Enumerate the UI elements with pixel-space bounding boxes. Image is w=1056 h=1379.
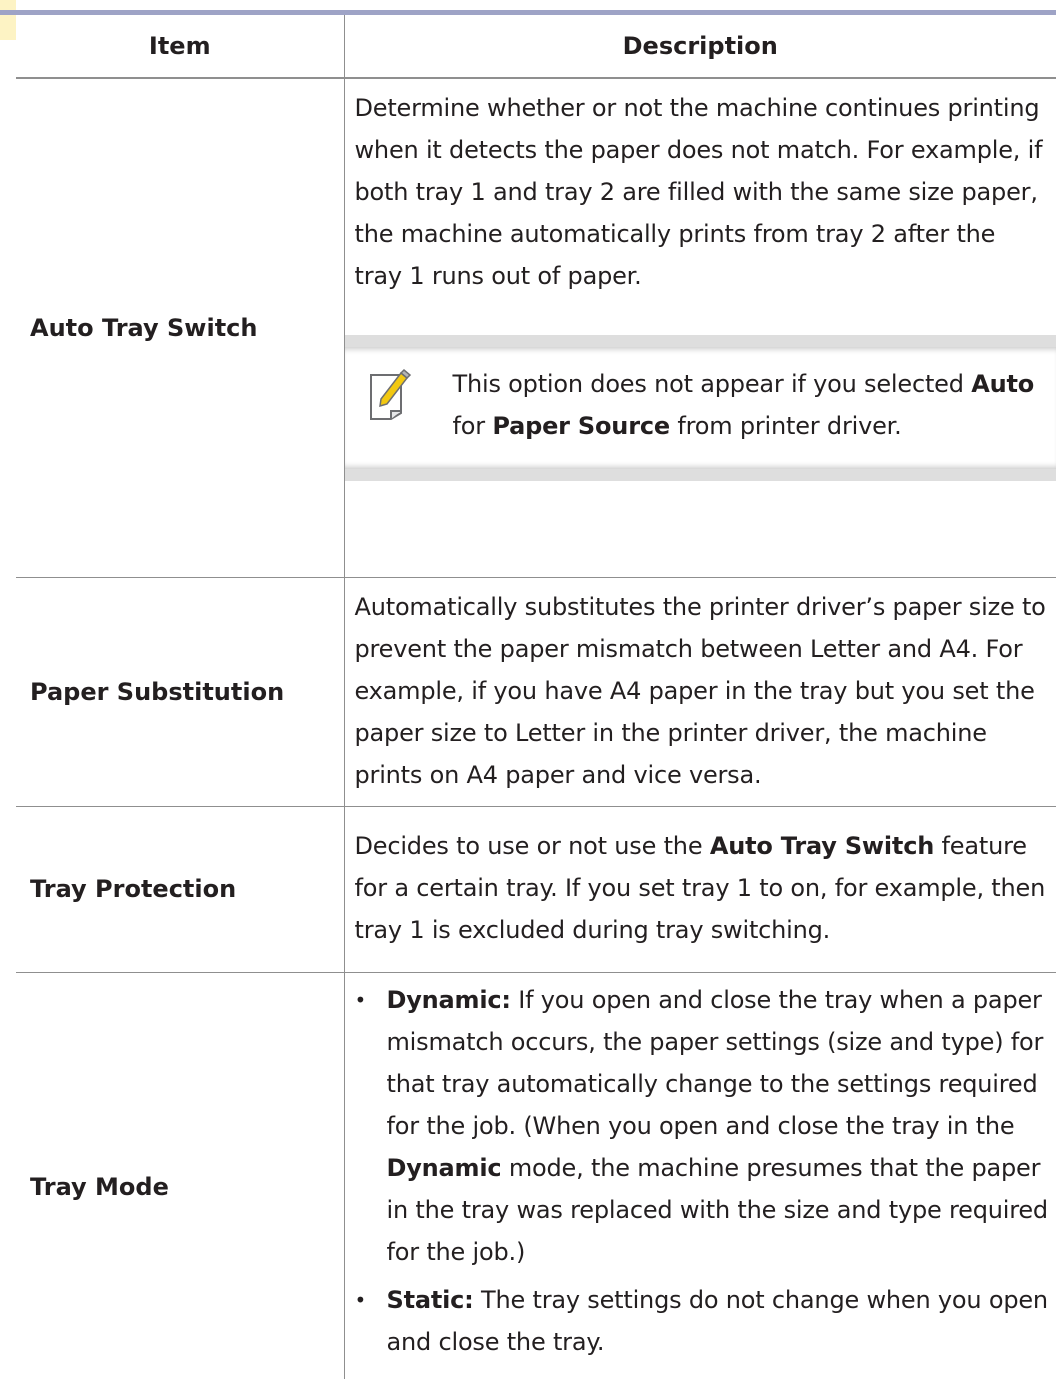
tray-mode-list: • Dynamic: If you open and close the tra… xyxy=(355,979,1051,1363)
dynamic-label: Dynamic: xyxy=(387,986,511,1014)
corner-accent xyxy=(0,0,16,40)
description-tray-protection: Decides to use or not use the Auto Tray … xyxy=(344,806,1056,972)
item-tray-mode: Tray Mode xyxy=(16,972,344,1379)
note-text: This option does not appear if you selec… xyxy=(453,363,1047,447)
tray-protection-text-1: Decides to use or not use the xyxy=(355,832,703,860)
item-tray-protection: Tray Protection xyxy=(16,806,344,972)
bullet-dynamic: • xyxy=(355,979,367,1021)
table-header-row: Item Description xyxy=(16,15,1056,78)
note-text-2: for xyxy=(453,412,485,440)
item-paper-substitution: Paper Substitution xyxy=(16,577,344,806)
auto-tray-switch-text: Determine whether or not the machine con… xyxy=(355,87,1051,297)
static-label: Static: xyxy=(387,1286,474,1314)
settings-table: Item Description Auto Tray Switch Determ… xyxy=(16,15,1056,1379)
static-text: The tray settings do not change when you… xyxy=(387,1286,1048,1356)
header-item: Item xyxy=(16,15,344,78)
note-bold-auto: Auto xyxy=(971,370,1034,398)
note-pencil-icon xyxy=(367,369,413,421)
note-text-1: This option does not appear if you selec… xyxy=(453,370,964,398)
header-description: Description xyxy=(344,15,1056,78)
table-row-paper-substitution: Paper Substitution Automatically substit… xyxy=(16,577,1056,806)
note-text-3: from printer driver. xyxy=(677,412,901,440)
note-box: This option does not appear if you selec… xyxy=(345,335,1056,481)
dynamic-bold: Dynamic xyxy=(387,1154,502,1182)
tray-protection-bold: Auto Tray Switch xyxy=(710,832,934,860)
list-item-dynamic: • Dynamic: If you open and close the tra… xyxy=(355,979,1051,1273)
note-bold-paper-source: Paper Source xyxy=(492,412,670,440)
table-row-auto-tray-switch: Auto Tray Switch Determine whether or no… xyxy=(16,78,1056,577)
description-paper-substitution: Automatically substitutes the printer dr… xyxy=(344,577,1056,806)
description-auto-tray-switch: Determine whether or not the machine con… xyxy=(344,78,1056,577)
item-auto-tray-switch: Auto Tray Switch xyxy=(16,78,344,577)
list-item-static: • Static: The tray settings do not chang… xyxy=(355,1279,1051,1363)
description-tray-mode: • Dynamic: If you open and close the tra… xyxy=(344,972,1056,1379)
bullet-static: • xyxy=(355,1279,367,1321)
table-row-tray-mode: Tray Mode • Dynamic: If you open and clo… xyxy=(16,972,1056,1379)
table-row-tray-protection: Tray Protection Decides to use or not us… xyxy=(16,806,1056,972)
